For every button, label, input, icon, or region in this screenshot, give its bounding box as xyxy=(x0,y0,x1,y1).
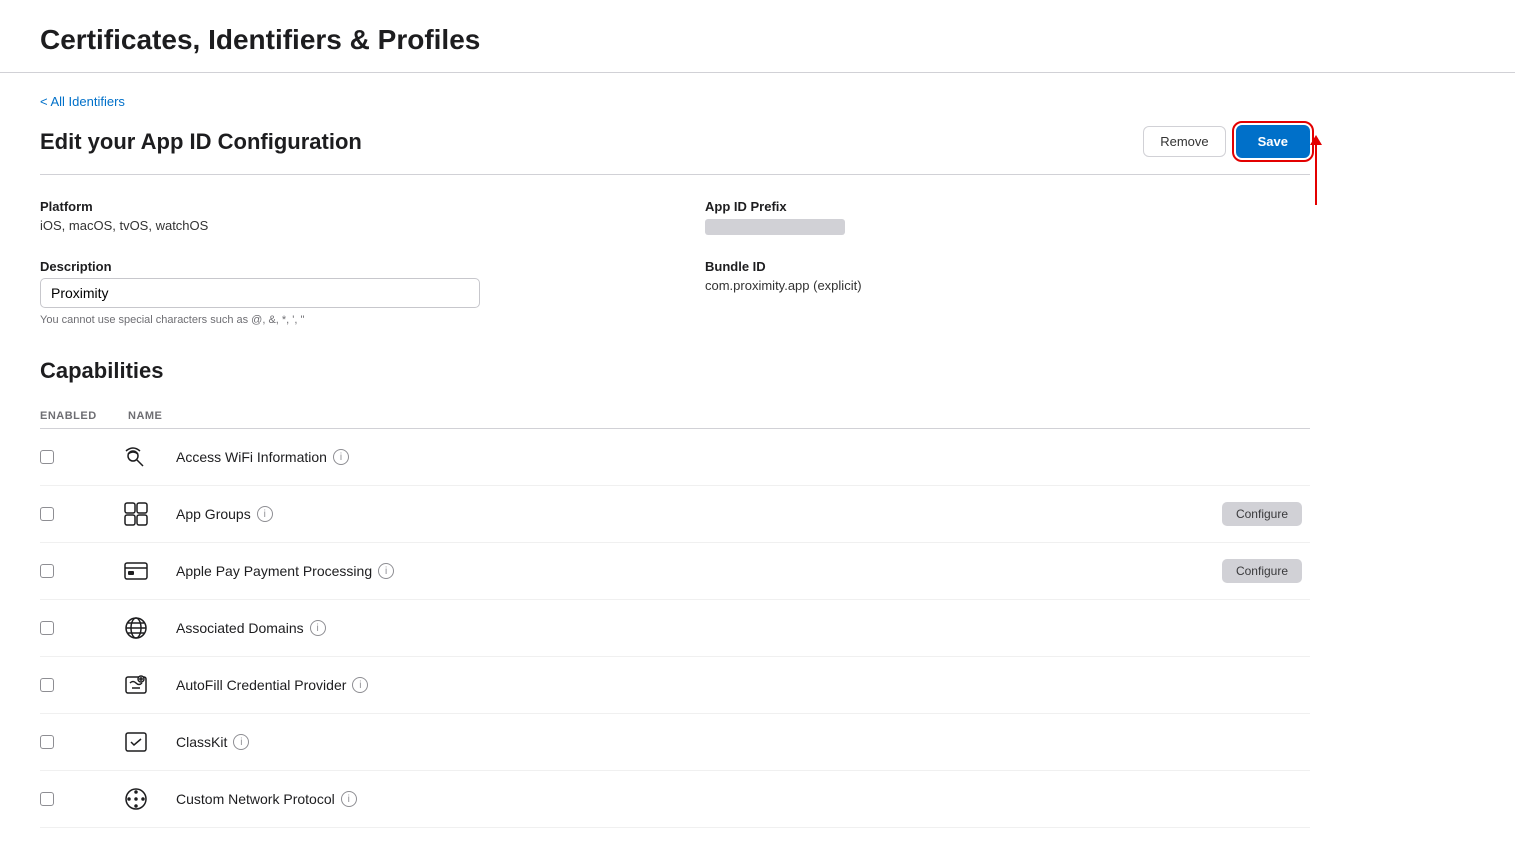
table-row: App Groups i Configure xyxy=(40,486,1310,543)
info-icon-associated-domains[interactable]: i xyxy=(310,620,326,636)
bundle-id-label: Bundle ID xyxy=(705,259,1310,274)
info-icon-custom-network[interactable]: i xyxy=(341,791,357,807)
page-title: Certificates, Identifiers & Profiles xyxy=(40,24,1475,56)
all-identifiers-link[interactable]: < All Identifiers xyxy=(40,94,125,109)
capability-name-custom-network: Custom Network Protocol xyxy=(176,791,335,807)
col-header-name: NAME xyxy=(120,404,990,429)
capability-checkbox-associated-domains[interactable] xyxy=(40,621,54,635)
capability-name-app-groups: App Groups xyxy=(176,506,251,522)
capability-checkbox-custom-network[interactable] xyxy=(40,792,54,806)
info-icon-autofill[interactable]: i xyxy=(352,677,368,693)
classkit-icon xyxy=(120,726,152,758)
platform-label: Platform xyxy=(40,199,645,214)
capabilities-title: Capabilities xyxy=(40,358,1310,384)
capability-name-associated-domains: Associated Domains xyxy=(176,620,304,636)
save-button[interactable]: Save xyxy=(1236,125,1310,158)
annotation-arrow xyxy=(1310,135,1322,205)
description-input[interactable] xyxy=(40,278,480,308)
capability-checkbox-autofill[interactable] xyxy=(40,678,54,692)
autofill-icon xyxy=(120,669,152,701)
table-row: Access WiFi Information i xyxy=(40,429,1310,486)
app-id-prefix-label: App ID Prefix xyxy=(705,199,1310,214)
table-row: AutoFill Credential Provider i xyxy=(40,657,1310,714)
description-hint: You cannot use special characters such a… xyxy=(40,314,645,326)
table-row: ClassKit i xyxy=(40,714,1310,771)
capability-name-classkit: ClassKit xyxy=(176,734,227,750)
app-id-prefix-value xyxy=(705,219,845,235)
apple-pay-icon xyxy=(120,555,152,587)
capabilities-table: ENABLED NAME Access WiFi Information i Ap… xyxy=(40,404,1310,828)
associated-domains-icon xyxy=(120,612,152,644)
configure-button-app-groups[interactable]: Configure xyxy=(1222,502,1302,526)
configure-button-apple-pay[interactable]: Configure xyxy=(1222,559,1302,583)
table-row: Apple Pay Payment Processing i Configure xyxy=(40,543,1310,600)
capability-checkbox-access-wifi[interactable] xyxy=(40,450,54,464)
capability-checkbox-apple-pay[interactable] xyxy=(40,564,54,578)
col-header-enabled: ENABLED xyxy=(40,404,120,429)
table-row: Associated Domains i xyxy=(40,600,1310,657)
description-label: Description xyxy=(40,259,645,274)
table-row: Custom Network Protocol i xyxy=(40,771,1310,828)
capability-name-autofill: AutoFill Credential Provider xyxy=(176,677,346,693)
info-icon-apple-pay[interactable]: i xyxy=(378,563,394,579)
capability-name-access-wifi: Access WiFi Information xyxy=(176,449,327,465)
capability-checkbox-app-groups[interactable] xyxy=(40,507,54,521)
remove-button[interactable]: Remove xyxy=(1143,126,1225,157)
app-groups-icon xyxy=(120,498,152,530)
capability-name-apple-pay: Apple Pay Payment Processing xyxy=(176,563,372,579)
access-wifi-icon xyxy=(120,441,152,473)
platform-value: iOS, macOS, tvOS, watchOS xyxy=(40,218,645,233)
info-icon-app-groups[interactable]: i xyxy=(257,506,273,522)
capability-checkbox-classkit[interactable] xyxy=(40,735,54,749)
info-icon-classkit[interactable]: i xyxy=(233,734,249,750)
section-title: Edit your App ID Configuration xyxy=(40,129,362,155)
custom-network-icon xyxy=(120,783,152,815)
bundle-id-value: com.proximity.app (explicit) xyxy=(705,278,1310,293)
info-icon-access-wifi[interactable]: i xyxy=(333,449,349,465)
